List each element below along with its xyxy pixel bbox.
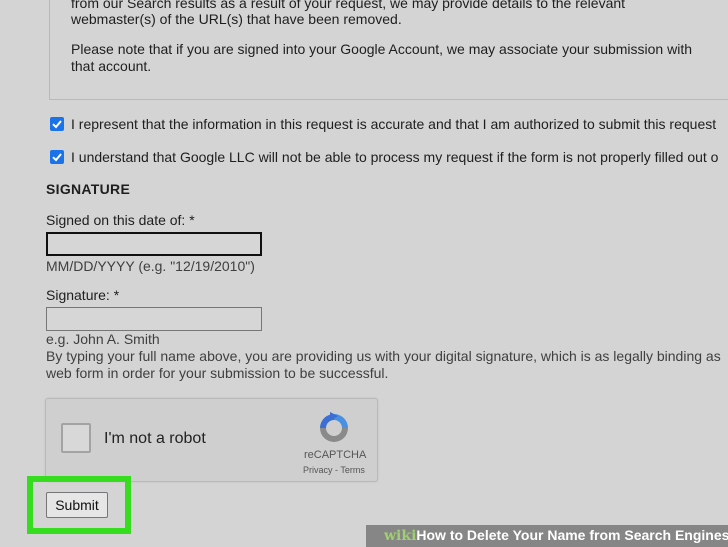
notice-line-2: webmaster(s) of the URL(s) that have bee…: [71, 11, 402, 27]
process-checkbox-label: I understand that Google LLC will not be…: [71, 149, 719, 165]
watermark-title: How to Delete Your Name from Search Engi…: [416, 527, 728, 543]
signature-hint: e.g. John A. Smith: [46, 331, 160, 347]
date-label: Signed on this date of: *: [46, 212, 195, 228]
signature-section-title: SIGNATURE: [46, 181, 131, 197]
watermark-text: wikiHow to Delete Your Name from Search …: [384, 527, 728, 544]
process-checkbox[interactable]: [50, 150, 64, 164]
wikihow-logo: wiki: [384, 528, 417, 544]
recaptcha-checkbox[interactable]: [61, 423, 91, 453]
signature-label: Signature: *: [46, 287, 120, 303]
signature-input[interactable]: [46, 307, 262, 331]
accuracy-checkbox[interactable]: [50, 117, 64, 131]
date-hint: MM/DD/YYYY (e.g. "12/19/2010"): [46, 258, 255, 274]
disclaimer-line-2: web form in order for your submission to…: [46, 365, 389, 381]
recaptcha-widget: I'm not a robot reCAPTCHA Privacy - Term…: [45, 398, 378, 482]
recaptcha-logo-icon: [320, 412, 348, 442]
date-input[interactable]: [46, 232, 262, 256]
submit-button[interactable]: Submit: [46, 492, 108, 518]
recaptcha-links[interactable]: Privacy - Terms: [303, 465, 365, 475]
accuracy-checkbox-label: I represent that the information in this…: [71, 116, 717, 132]
disclaimer-line-1: By typing your full name above, you are …: [46, 348, 721, 364]
wikihow-watermark: wikiHow to Delete Your Name from Search …: [366, 525, 728, 547]
recaptcha-brand: reCAPTCHA: [304, 449, 367, 461]
recaptcha-label: I'm not a robot: [104, 430, 206, 447]
notice-line-4: that account.: [71, 58, 152, 74]
notice-line-3: Please note that if you are signed into …: [71, 41, 693, 57]
